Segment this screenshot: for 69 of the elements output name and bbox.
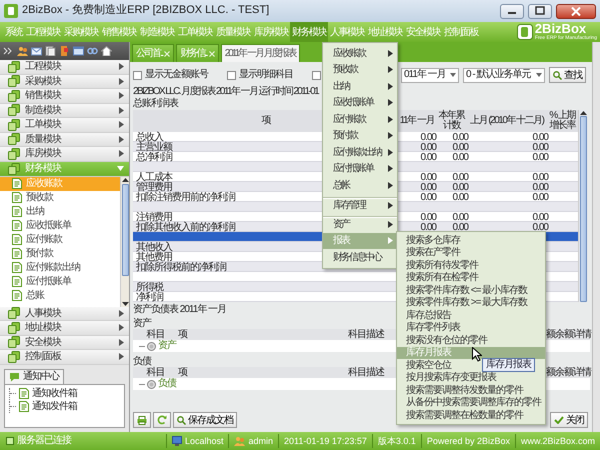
table-cell-text: 0.00 — [532, 192, 550, 203]
column-header: 项 — [261, 116, 270, 126]
table-cell-text: 其他收入 — [135, 242, 174, 253]
table-cell-text: 0.00 — [532, 212, 550, 223]
column-header: 本年累计数 — [438, 111, 466, 131]
connection-status: 服务器已连接 — [0, 435, 130, 447]
table-cell-text: 扣除所得税前的净利润 — [135, 262, 228, 273]
table-cell-text: 0.00 — [452, 152, 470, 163]
table-cell-text: 0.00 — [452, 212, 470, 223]
table-cell-text: 0.00 — [452, 172, 470, 183]
table-cell-text: 总净利润 — [135, 152, 174, 163]
table-cell-text: 净利润 — [135, 292, 164, 303]
section-title: 资产负债表 2011年 一月 — [133, 304, 226, 316]
table-cell-text: 0.00 — [532, 132, 550, 143]
column-header: 项 — [178, 328, 187, 340]
column-header: % 上期增长率 — [548, 111, 576, 131]
table-cell-text: 注销费用 — [135, 212, 172, 223]
checkbox-label: 显示明细科目 — [239, 69, 293, 81]
host-label: Localhost — [166, 434, 228, 448]
table-cell-text: 0.00 — [420, 152, 438, 163]
column-header: 详情 — [573, 366, 591, 378]
datetime-label: 2011-01-19 17:23:57 — [278, 434, 372, 448]
table-cell-text: 0.00 — [452, 192, 470, 203]
table-cell-text: 0.00 — [532, 182, 550, 193]
column-header: 额余额 — [546, 366, 573, 378]
table-cell-text: 主营业额 — [135, 142, 174, 153]
website-label: www.2BizBox.com — [514, 434, 600, 448]
table-cell-text: 0.00 — [420, 182, 438, 193]
column-header: 项 — [178, 366, 187, 378]
table-cell-text: 0.00 — [420, 142, 438, 153]
tooltip: 库存月报表 — [482, 358, 535, 372]
powered-by-label: Powered by 2BizBox — [420, 434, 515, 448]
table-cell-text: 所得税 — [135, 282, 164, 293]
window-title: 2BizBox - 免费制造业ERP [2BIZBOX LLC. - TEST] — [22, 4, 270, 18]
table-cell-text: 0.00 — [452, 182, 470, 193]
table-cell-text: 0.00 — [420, 222, 438, 233]
table-cell-text: 0.00 — [532, 142, 550, 153]
checkbox-label: 显示无金额账号 — [145, 69, 208, 81]
table-cell-text: 人工成本 — [135, 172, 174, 183]
column-header: 详情 — [573, 328, 591, 340]
table-cell-text: 0.00 — [452, 142, 470, 153]
section-title: 总账利润表 — [133, 98, 178, 110]
column-header: 科目描述 — [348, 328, 384, 340]
column-header: 科目 — [146, 366, 164, 378]
logo-text: 2BizBox — [534, 23, 586, 35]
table-cell-text: 管理费用 — [135, 182, 172, 193]
table-cell-text: 0.00 — [420, 192, 438, 203]
version-label: 版本3.0.1 — [372, 434, 421, 448]
table-cell-text: 0.00 — [532, 172, 550, 183]
section-title: 资产 — [133, 318, 151, 329]
table-cell-text: 0.00 — [532, 152, 550, 163]
table-cell-text: 0.00 — [532, 222, 550, 233]
column-header: 额余额 — [546, 328, 573, 340]
table-cell-text: 0.00 — [420, 212, 438, 223]
column-header: 科目 — [146, 328, 164, 340]
report-title: 2BIZBOX LLC. 月度报表 2011年 一月 运行时间 2011-01 — [133, 86, 318, 98]
table-cell-text: 扣除注销费用前的净利润 — [135, 192, 236, 203]
user-label: admin — [228, 434, 278, 448]
table-cell-text: 扣除其他收入前的净利润 — [135, 222, 236, 233]
table-cell-text: 其他费用 — [135, 252, 172, 263]
column-header: 科目描述 — [348, 366, 384, 378]
table-cell-text: 总收入 — [135, 132, 164, 143]
column-header: 11年 一月 — [400, 116, 434, 126]
column-header: 上月 (2010年 十二月) — [470, 116, 544, 126]
table-cell-text: 0.00 — [452, 132, 470, 143]
section-title: 负债 — [133, 356, 151, 367]
table-cell-text: 0.00 — [420, 132, 438, 143]
table-cell-text: 0.00 — [452, 222, 470, 233]
table-cell-text: 0.00 — [420, 172, 438, 183]
